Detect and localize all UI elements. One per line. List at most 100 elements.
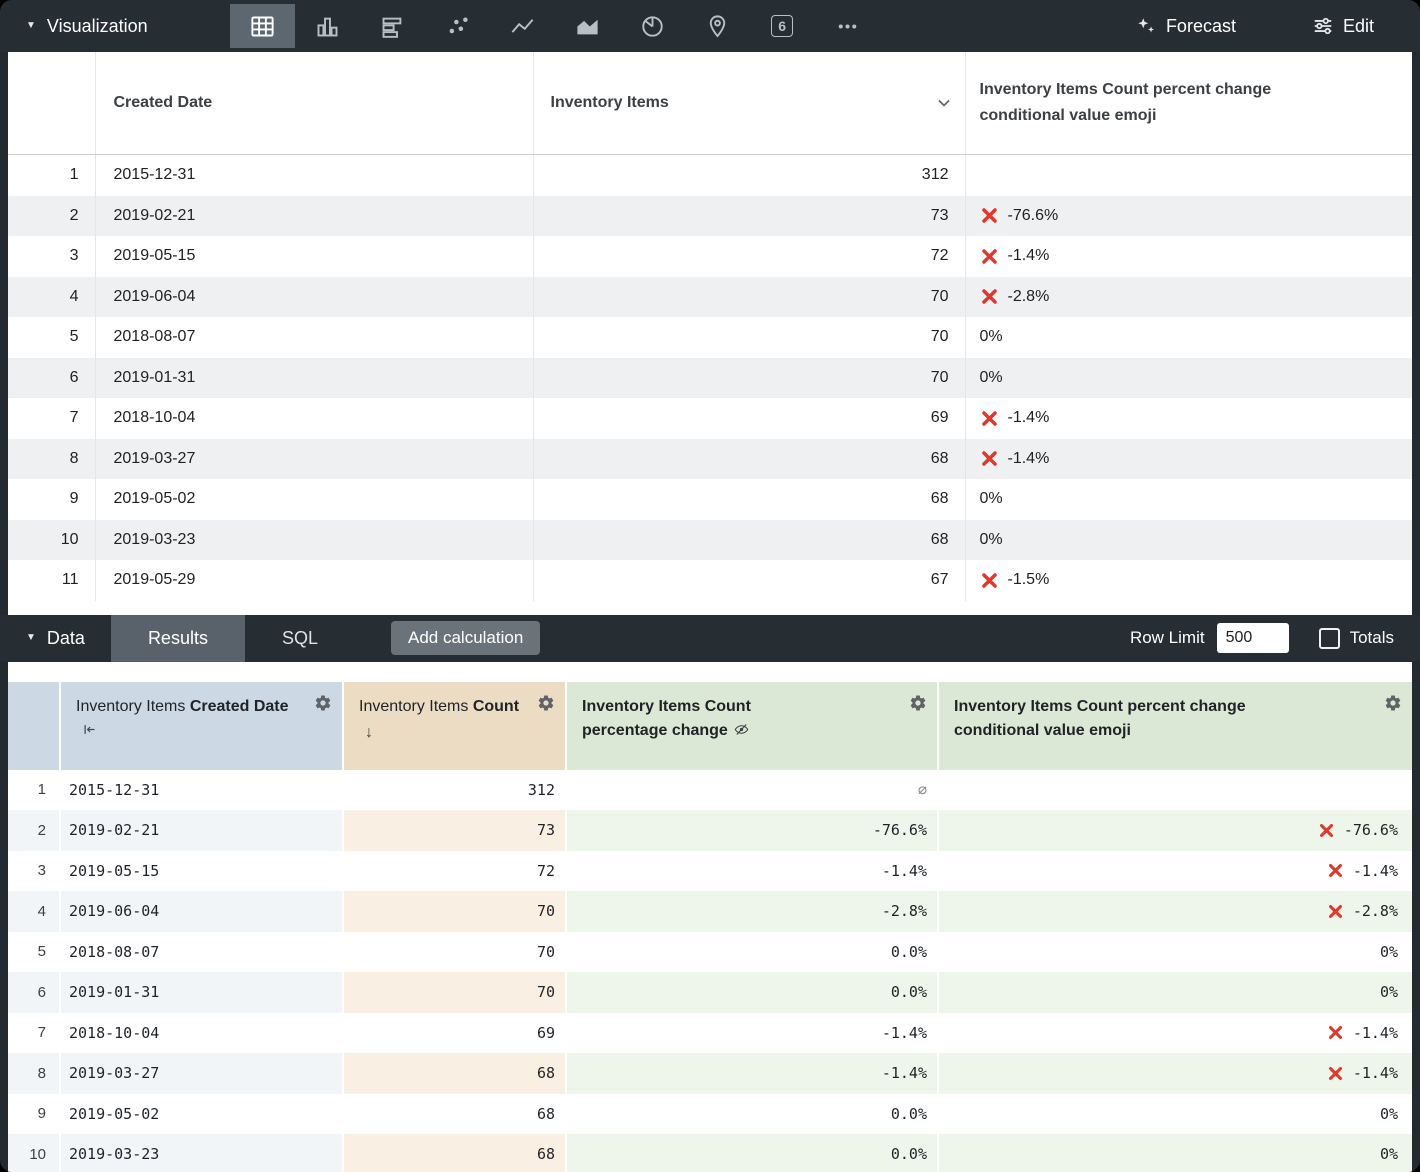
results-column-header-1[interactable]: Inventory Items Count↓ xyxy=(343,682,566,770)
inventory-items-cell[interactable]: 73 xyxy=(533,196,965,237)
percent-change-emoji-cell[interactable]: 0% xyxy=(965,358,1412,399)
inventory-items-cell[interactable]: 312 xyxy=(533,155,965,196)
created-date-cell[interactable]: 2019-06-04 xyxy=(95,277,533,318)
count-cell[interactable]: 73 xyxy=(343,810,566,851)
totals-checkbox[interactable] xyxy=(1319,628,1340,649)
results-column-header-0[interactable]: Inventory Items Created Date xyxy=(60,682,343,770)
conditional-emoji-cell[interactable] xyxy=(938,770,1412,811)
created-date-cell[interactable]: 2019-05-15 xyxy=(60,851,343,892)
chevron-down-icon[interactable] xyxy=(934,93,954,113)
percent-change-emoji-cell[interactable]: 0% xyxy=(965,317,1412,358)
viz-column-inventory-items[interactable]: Inventory Items xyxy=(533,52,965,155)
count-cell[interactable]: 70 xyxy=(343,891,566,932)
created-date-cell[interactable]: 2019-01-31 xyxy=(60,972,343,1013)
created-date-cell[interactable]: 2019-03-23 xyxy=(95,520,533,561)
inventory-items-cell[interactable]: 68 xyxy=(533,520,965,561)
inventory-items-cell[interactable]: 70 xyxy=(533,277,965,318)
inventory-items-cell[interactable]: 68 xyxy=(533,439,965,480)
created-date-cell[interactable]: 2019-05-15 xyxy=(95,236,533,277)
created-date-cell[interactable]: 2019-03-23 xyxy=(60,1134,343,1172)
gear-icon[interactable] xyxy=(909,694,927,712)
conditional-emoji-cell[interactable]: -2.8% xyxy=(938,891,1412,932)
viz-type-more[interactable] xyxy=(815,4,880,48)
percent-change-emoji-cell[interactable]: -2.8% xyxy=(965,277,1412,318)
viz-type-scatter[interactable] xyxy=(425,4,490,48)
count-cell[interactable]: 68 xyxy=(343,1094,566,1135)
percent-change-emoji-cell[interactable]: -76.6% xyxy=(965,196,1412,237)
conditional-emoji-cell[interactable]: 0% xyxy=(938,1094,1412,1135)
viz-type-horizontal-bar[interactable] xyxy=(360,4,425,48)
viz-type-area-chart[interactable] xyxy=(555,4,620,48)
conditional-emoji-cell[interactable]: -1.4% xyxy=(938,1053,1412,1094)
created-date-cell[interactable]: 2019-03-27 xyxy=(95,439,533,480)
percent-change-emoji-cell[interactable]: -1.4% xyxy=(965,236,1412,277)
created-date-cell[interactable]: 2019-05-02 xyxy=(95,479,533,520)
count-cell[interactable]: 70 xyxy=(343,932,566,973)
forecast-button[interactable]: Forecast xyxy=(1129,14,1242,38)
conditional-emoji-cell[interactable]: 0% xyxy=(938,972,1412,1013)
tab-sql[interactable]: SQL xyxy=(245,615,355,662)
results-column-header-3[interactable]: Inventory Items Count percent change con… xyxy=(938,682,1412,770)
data-collapse-button[interactable]: ▼ Data xyxy=(0,628,111,649)
percent-change-emoji-cell[interactable]: -1.5% xyxy=(965,560,1412,601)
percent-change-emoji-cell[interactable]: 0% xyxy=(965,479,1412,520)
created-date-cell[interactable]: 2018-10-04 xyxy=(60,1013,343,1054)
percent-change-emoji-cell[interactable]: -1.4% xyxy=(965,398,1412,439)
percent-change-emoji-cell[interactable]: -1.4% xyxy=(965,439,1412,480)
percentage-change-cell[interactable]: ∅ xyxy=(566,770,938,811)
add-calculation-button[interactable]: Add calculation xyxy=(391,621,540,655)
percent-change-emoji-cell[interactable]: 0% xyxy=(965,520,1412,561)
conditional-emoji-cell[interactable]: -76.6% xyxy=(938,810,1412,851)
tab-results[interactable]: Results xyxy=(111,615,245,662)
row-limit-input[interactable] xyxy=(1217,623,1289,653)
count-cell[interactable]: 72 xyxy=(343,851,566,892)
results-column-header-2[interactable]: Inventory Items Count percentage change xyxy=(566,682,938,770)
inventory-items-cell[interactable]: 72 xyxy=(533,236,965,277)
created-date-cell[interactable]: 2019-02-21 xyxy=(95,196,533,237)
inventory-items-cell[interactable]: 67 xyxy=(533,560,965,601)
created-date-cell[interactable]: 2019-02-21 xyxy=(60,810,343,851)
inventory-items-cell[interactable]: 70 xyxy=(533,317,965,358)
count-cell[interactable]: 68 xyxy=(343,1053,566,1094)
percentage-change-cell[interactable]: -1.4% xyxy=(566,851,938,892)
percentage-change-cell[interactable]: 0.0% xyxy=(566,1134,938,1172)
percentage-change-cell[interactable]: -76.6% xyxy=(566,810,938,851)
conditional-emoji-cell[interactable]: -1.4% xyxy=(938,851,1412,892)
count-cell[interactable]: 68 xyxy=(343,1134,566,1172)
viz-column-created-date[interactable]: Created Date xyxy=(95,52,533,155)
percentage-change-cell[interactable]: 0.0% xyxy=(566,932,938,973)
created-date-cell[interactable]: 2018-08-07 xyxy=(60,932,343,973)
percentage-change-cell[interactable]: -1.4% xyxy=(566,1013,938,1054)
percentage-change-cell[interactable]: -2.8% xyxy=(566,891,938,932)
viz-type-bar-chart[interactable] xyxy=(295,4,360,48)
percentage-change-cell[interactable]: 0.0% xyxy=(566,1094,938,1135)
viz-type-line-chart[interactable] xyxy=(490,4,555,48)
viz-type-pie-chart[interactable] xyxy=(620,4,685,48)
viz-type-map-pin[interactable] xyxy=(685,4,750,48)
gear-icon[interactable] xyxy=(1384,694,1402,712)
count-cell[interactable]: 69 xyxy=(343,1013,566,1054)
gear-icon[interactable] xyxy=(314,694,332,712)
conditional-emoji-cell[interactable]: -1.4% xyxy=(938,1013,1412,1054)
visualization-collapse-button[interactable]: ▼ Visualization xyxy=(0,16,174,37)
gear-icon[interactable] xyxy=(537,694,555,712)
created-date-cell[interactable]: 2019-05-02 xyxy=(60,1094,343,1135)
inventory-items-cell[interactable]: 69 xyxy=(533,398,965,439)
edit-button[interactable]: Edit xyxy=(1306,14,1380,38)
viz-column-percent-change-emoji[interactable]: Inventory Items Count percent change con… xyxy=(965,52,1412,155)
created-date-cell[interactable]: 2019-06-04 xyxy=(60,891,343,932)
created-date-cell[interactable]: 2019-05-29 xyxy=(95,560,533,601)
created-date-cell[interactable]: 2019-01-31 xyxy=(95,358,533,399)
created-date-cell[interactable]: 2015-12-31 xyxy=(60,770,343,811)
viz-type-table[interactable] xyxy=(230,4,295,48)
created-date-cell[interactable]: 2019-03-27 xyxy=(60,1053,343,1094)
created-date-cell[interactable]: 2018-10-04 xyxy=(95,398,533,439)
conditional-emoji-cell[interactable]: 0% xyxy=(938,932,1412,973)
created-date-cell[interactable]: 2018-08-07 xyxy=(95,317,533,358)
count-cell[interactable]: 70 xyxy=(343,972,566,1013)
percentage-change-cell[interactable]: -1.4% xyxy=(566,1053,938,1094)
percent-change-emoji-cell[interactable] xyxy=(965,155,1412,196)
conditional-emoji-cell[interactable]: 0% xyxy=(938,1134,1412,1172)
percentage-change-cell[interactable]: 0.0% xyxy=(566,972,938,1013)
created-date-cell[interactable]: 2015-12-31 xyxy=(95,155,533,196)
